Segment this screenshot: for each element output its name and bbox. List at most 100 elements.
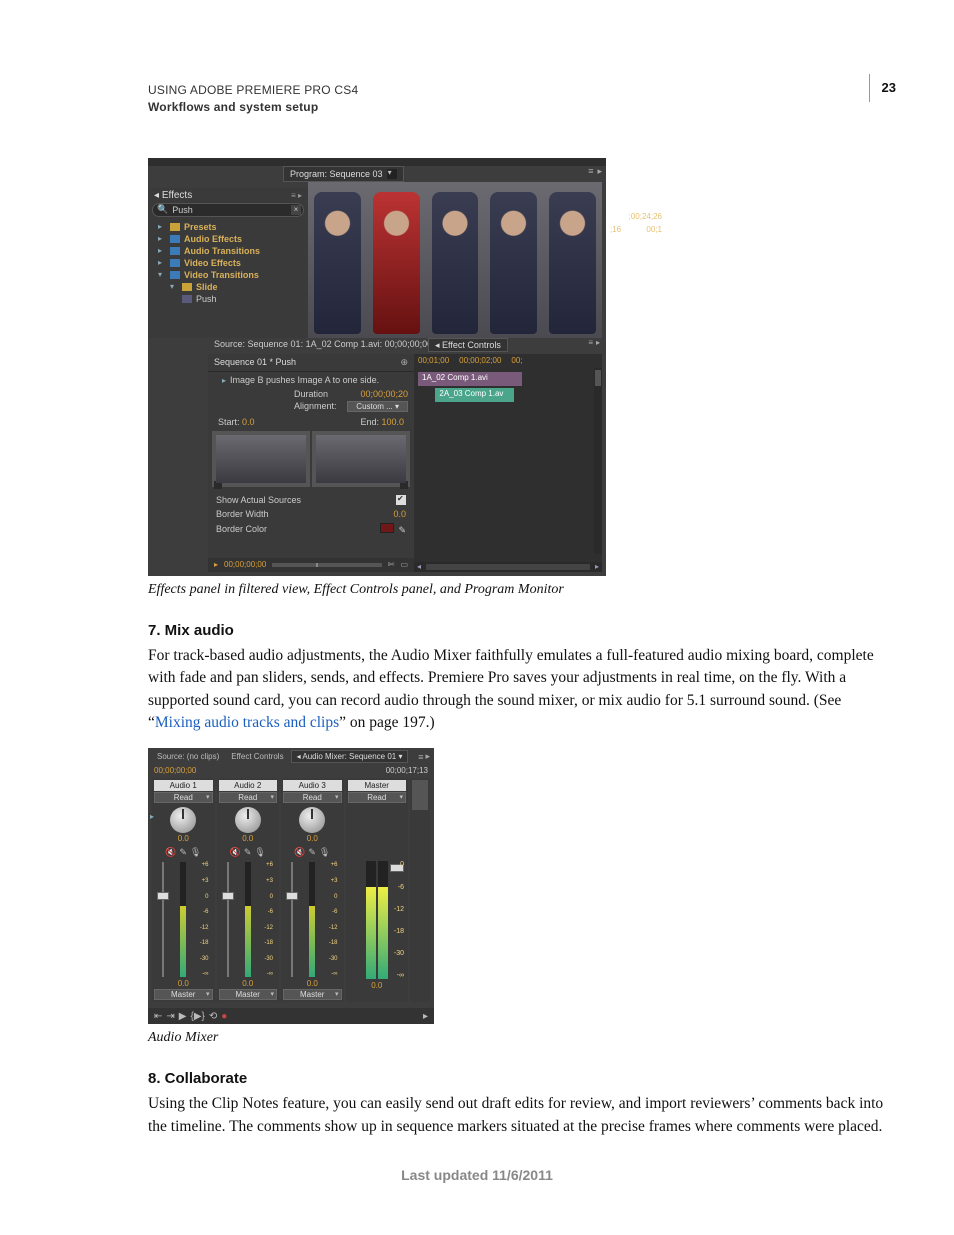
tree-item-audio-transitions[interactable]: ▸Audio Transitions	[152, 245, 304, 257]
vertical-scrollbar[interactable]	[594, 368, 602, 554]
end-thumbnail[interactable]	[312, 431, 410, 487]
panel-close-icon[interactable]: ▸	[596, 338, 600, 347]
fader-thumb[interactable]	[222, 892, 234, 900]
solo-icon[interactable]: ✎	[244, 847, 252, 858]
panel-icons: ≡▸	[588, 338, 600, 347]
duration-value[interactable]: 00;00;00;20	[360, 389, 408, 399]
tab-audio-mixer[interactable]: ◂ Audio Mixer: Sequence 01 ▾	[291, 750, 409, 763]
end-value[interactable]: 100.0	[381, 417, 404, 427]
tool-icon[interactable]: ▭	[400, 560, 408, 569]
start-thumbnail[interactable]	[212, 431, 310, 487]
fader-track[interactable]	[162, 862, 164, 977]
level-meter	[180, 862, 186, 977]
master-strip: Master Read 0-6-12-18-30-∞ 0.0	[346, 778, 409, 1002]
panel-menu-icon[interactable]: ≡ ▸	[291, 191, 302, 200]
mute-icon[interactable]: 🔇	[294, 847, 305, 858]
level-value: 0.0	[307, 979, 318, 988]
pan-knob[interactable]	[235, 807, 261, 833]
automation-mode[interactable]: Read	[348, 792, 407, 803]
panel-menu-icon[interactable]: ≡	[418, 752, 423, 762]
color-swatch[interactable]	[380, 523, 394, 533]
play-in-out-icon[interactable]: {▶}	[190, 1011, 204, 1022]
output-dropdown[interactable]: Master	[219, 989, 278, 1000]
record-enable-icon[interactable]: 🎙	[190, 847, 201, 858]
start-value[interactable]: 0.0	[242, 417, 255, 427]
tree-item-slide[interactable]: ▾Slide	[152, 281, 304, 293]
effects-panel-title: Effects	[162, 190, 192, 201]
tree-item-push[interactable]: Push	[152, 293, 304, 305]
search-icon: 🔍	[157, 204, 168, 215]
fader-thumb[interactable]	[157, 892, 169, 900]
expand-sends-icon[interactable]: ▸	[150, 812, 154, 821]
go-to-out-icon[interactable]: ⇥	[166, 1011, 174, 1022]
scroll-right-icon[interactable]: ▸	[423, 1011, 428, 1022]
panel-menu-icon[interactable]: ≡	[588, 166, 593, 177]
solo-icon[interactable]: ✎	[179, 847, 187, 858]
effects-search-field[interactable]: 🔍 Push ×	[152, 203, 304, 217]
footer-updated: Last updated 11/6/2011	[0, 1167, 954, 1183]
mixer-scrollbar[interactable]	[410, 778, 430, 1002]
record-enable-icon[interactable]: 🎙	[319, 847, 330, 858]
level-meter	[309, 862, 315, 977]
program-monitor-tab[interactable]: Program: Sequence 03	[283, 166, 404, 182]
track-name[interactable]: Master	[348, 780, 407, 791]
play-icon[interactable]: ▶	[179, 1011, 187, 1022]
clear-search-icon[interactable]: ×	[291, 205, 301, 215]
tree-item-presets[interactable]: ▸Presets	[152, 221, 304, 233]
tree-item-audio-effects[interactable]: ▸Audio Effects	[152, 233, 304, 245]
panel-close-icon[interactable]: ▸	[425, 751, 430, 762]
panel-close-icon[interactable]: ▸	[597, 166, 602, 177]
tool-icon[interactable]: ✄	[388, 560, 395, 569]
tab-source[interactable]: Source: (no clips)	[152, 751, 224, 762]
panel-menu-icon[interactable]: ≡	[588, 338, 593, 347]
effect-controls-tab[interactable]: ◂ Effect Controls	[428, 338, 508, 352]
track-name[interactable]: Audio 3	[283, 780, 342, 791]
mute-icon[interactable]: 🔇	[230, 847, 241, 858]
mute-icon[interactable]: 🔇	[165, 847, 176, 858]
source-tab[interactable]: Source: Sequence 01: 1A_02 Comp 1.avi: 0…	[208, 338, 438, 352]
go-to-in-icon[interactable]: ⇤	[154, 1011, 162, 1022]
fader-thumb[interactable]	[286, 892, 298, 900]
toggle-icon[interactable]: ⊕	[400, 357, 408, 368]
output-dropdown[interactable]: Master	[154, 989, 213, 1000]
tree-item-video-effects[interactable]: ▸Video Effects	[152, 257, 304, 269]
automation-mode[interactable]: Read	[283, 792, 342, 803]
current-timecode[interactable]: 00;00;00;00	[224, 560, 266, 569]
tree-item-video-transitions[interactable]: ▾Video Transitions	[152, 269, 304, 281]
zoom-scrubber[interactable]	[272, 563, 381, 567]
level-meter	[245, 862, 251, 977]
tab-effect-controls[interactable]: Effect Controls	[226, 751, 288, 762]
effect-controls-body: Sequence 01 * Push⊕ ▸Image B pushes Imag…	[208, 354, 602, 572]
pan-knob[interactable]	[299, 807, 325, 833]
solo-icon[interactable]: ✎	[308, 847, 316, 858]
fader-track[interactable]	[291, 862, 293, 977]
eyedropper-icon[interactable]: ✎	[398, 525, 406, 535]
level-value: 0.0	[178, 979, 189, 988]
folder-icon	[170, 223, 180, 231]
fader-track[interactable]	[227, 862, 229, 977]
alignment-dropdown[interactable]: Custom ... ▾	[347, 401, 408, 412]
loop-icon[interactable]: ⟲	[209, 1011, 217, 1022]
link-mixing-audio[interactable]: Mixing audio tracks and clips	[155, 714, 339, 731]
border-width-value[interactable]: 0.0	[393, 509, 406, 519]
clip-b[interactable]: 2A_03 Comp 1.av	[435, 388, 513, 402]
record-enable-icon[interactable]: 🎙	[254, 847, 265, 858]
track-name[interactable]: Audio 2	[219, 780, 278, 791]
automation-mode[interactable]: Read	[219, 792, 278, 803]
effects-panel-tab[interactable]: ◂ Effects ≡ ▸	[148, 188, 308, 201]
output-dropdown[interactable]: Master	[283, 989, 342, 1000]
timeline-ruler[interactable]: 00;01;00 00;00;02;00 00;	[414, 354, 602, 367]
checkbox-show-actual-sources[interactable]	[396, 495, 406, 505]
track-name[interactable]: Audio 1	[154, 780, 213, 791]
dropdown-icon[interactable]	[387, 169, 397, 179]
clip-a[interactable]: 1A_02 Comp 1.avi	[418, 372, 522, 386]
prop-border-color: Border Color	[216, 524, 267, 534]
automation-mode[interactable]: Read	[154, 792, 213, 803]
record-icon[interactable]: ●	[221, 1011, 227, 1022]
effect-controls-left: Sequence 01 * Push⊕ ▸Image B pushes Imag…	[208, 354, 414, 572]
body-mix-audio: For track-based audio adjustments, the A…	[148, 645, 894, 735]
timecode-left[interactable]: 00;00;00;00	[154, 766, 196, 775]
effect-description: ▸Image B pushes Image A to one side.	[208, 372, 414, 388]
pan-knob[interactable]	[170, 807, 196, 833]
horizontal-scrollbar[interactable]: ◂▸	[414, 562, 602, 572]
